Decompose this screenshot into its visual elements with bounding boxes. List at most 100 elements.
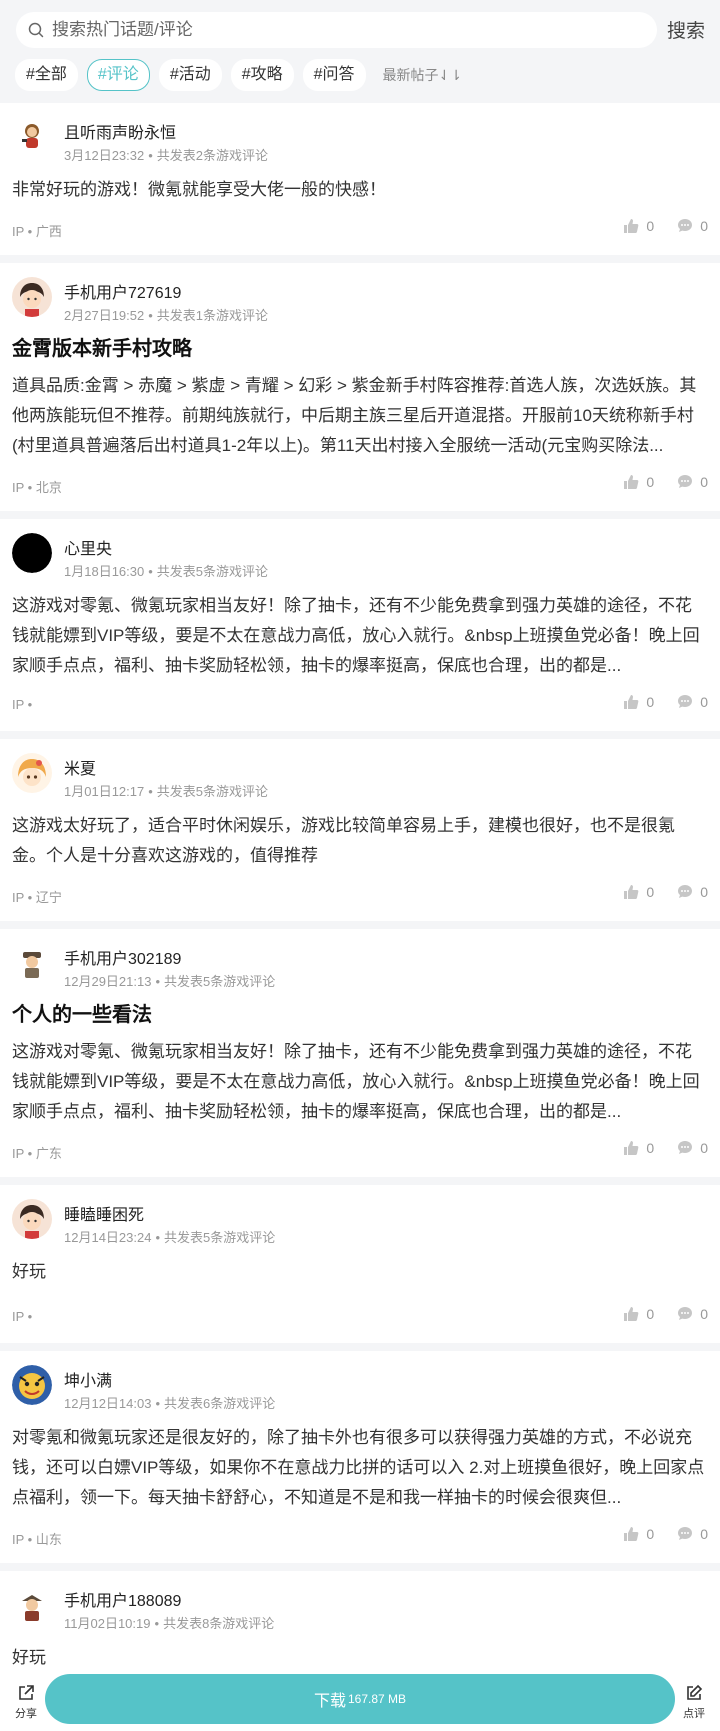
post-meta: 3月12日23:32 • 共发表2条游戏评论 [64, 148, 269, 163]
username[interactable]: 米夏 [64, 755, 96, 779]
ip-location: IP • 广东 [12, 1146, 62, 1161]
ip-location: IP • 山东 [12, 1532, 62, 1547]
avatar[interactable] [12, 533, 52, 573]
username[interactable]: 且听雨声盼永恒 [64, 119, 176, 143]
search-input[interactable] [50, 19, 614, 41]
topic-tabs: #全部 #评论 #活动 #攻略 #问答 最新帖子⇃⇂ [15, 59, 462, 91]
post-body: 好玩 [12, 1648, 46, 1667]
like-button[interactable]: 0 [622, 1139, 654, 1157]
comment-icon [678, 695, 693, 708]
like-button[interactable]: 0 [622, 883, 654, 901]
sort-latest-button[interactable]: 最新帖子⇃⇂ [383, 65, 462, 85]
post-card[interactable]: 手机用户302189 12月29日21:13 • 共发表5条游戏评论 个人的一些看法… [0, 929, 720, 1177]
tab-events[interactable]: #活动 [158, 59, 222, 91]
avatar[interactable] [12, 1365, 52, 1405]
tab-all[interactable]: #全部 [15, 59, 78, 91]
comment-button[interactable]: 0 [676, 473, 708, 491]
download-button[interactable]: 下载 167.87 MB [45, 1674, 675, 1724]
post-card[interactable]: 且听雨声盼永恒 3月12日23:32 • 共发表2条游戏评论 非常好玩的游戏！微氪就… [0, 103, 720, 255]
post-meta: 12月12日14:03 • 共发表6条游戏评论 [64, 1396, 276, 1411]
ip-location: IP • [12, 697, 33, 712]
comment-button[interactable]: 0 [676, 1305, 708, 1323]
post-count: 共发表6条游戏评论 [164, 1396, 276, 1411]
thumb-up-icon [624, 1527, 639, 1541]
like-button[interactable]: 0 [622, 1305, 654, 1323]
review-button[interactable]: 点评 [676, 1683, 712, 1721]
post-meta: 12月14日23:24 • 共发表5条游戏评论 [64, 1230, 276, 1245]
username[interactable]: 睡瞌睡困死 [64, 1201, 144, 1225]
post-card[interactable]: 心里央 1月18日16:30 • 共发表5条游戏评论 这游戏对零氪、微氪玩家相当友好… [0, 519, 720, 731]
avatar[interactable] [12, 943, 52, 983]
like-count: 0 [646, 1140, 655, 1156]
post-body: 这游戏太好玩了，适合平时休闲娱乐，游戏比较简单容易上手，建模也很好，也不是很氪金… [12, 816, 675, 865]
comment-count: 0 [700, 218, 708, 234]
username[interactable]: 坤小满 [64, 1367, 112, 1391]
like-button[interactable]: 0 [622, 693, 654, 711]
post-meta: 2月27日19:52 • 共发表1条游戏评论 [64, 308, 269, 323]
avatar[interactable] [12, 1199, 52, 1239]
avatar[interactable] [12, 277, 52, 317]
username[interactable]: 手机用户302189 [64, 945, 181, 969]
post-count: 共发表8条游戏评论 [163, 1616, 275, 1631]
share-label: 分享 [15, 1708, 37, 1720]
post-meta: 11月02日10:19 • 共发表8条游戏评论 [64, 1616, 275, 1631]
like-count: 0 [646, 1306, 655, 1322]
post-count: 共发表1条游戏评论 [156, 308, 269, 323]
username[interactable]: 手机用户188089 [64, 1587, 181, 1611]
post-date: 12月12日14:03 [64, 1396, 152, 1411]
username[interactable]: 手机用户727619 [64, 279, 181, 303]
tab-qa[interactable]: #问答 [302, 59, 366, 91]
post-date: 3月12日23:32 [64, 148, 145, 163]
post-meta: 1月18日16:30 • 共发表5条游戏评论 [64, 564, 269, 579]
username[interactable]: 心里央 [64, 535, 112, 559]
like-button[interactable]: 0 [622, 217, 654, 235]
like-count: 0 [646, 218, 655, 234]
post-meta: 1月01日12:17 • 共发表5条游戏评论 [64, 784, 269, 799]
post-body: 非常好玩的游戏！微氪就能享受大佬一般的快感！ [12, 180, 386, 199]
avatar[interactable] [12, 117, 52, 157]
like-count: 0 [646, 884, 655, 900]
comment-button[interactable]: 0 [676, 1139, 708, 1157]
avatar[interactable] [12, 1585, 52, 1625]
comment-button[interactable]: 0 [676, 1525, 708, 1543]
share-icon [19, 1685, 34, 1700]
header: 搜索 #全部 #评论 #活动 #攻略 #问答 最新帖子⇃⇂ [0, 0, 720, 103]
post-date: 1月18日16:30 [64, 564, 145, 579]
post-card[interactable]: 手机用户727619 2月27日19:52 • 共发表1条游戏评论 金霄版本新手村攻… [0, 263, 720, 511]
share-button[interactable]: 分享 [8, 1683, 44, 1721]
post-date: 2月27日19:52 [64, 308, 145, 323]
comment-count: 0 [700, 884, 708, 900]
comment-icon [678, 885, 693, 898]
thumb-up-icon [624, 475, 639, 489]
post-date: 1月01日12:17 [64, 784, 145, 799]
post-body: 这游戏对零氪、微氪玩家相当友好！除了抽卡，还有不少能免费拿到强力英雄的途径，不花… [12, 1042, 700, 1121]
avatar[interactable] [12, 753, 52, 793]
search-button[interactable]: 搜索 [667, 16, 705, 43]
post-count: 共发表5条游戏评论 [156, 564, 269, 579]
comment-button[interactable]: 0 [676, 883, 708, 901]
edit-icon [687, 1684, 703, 1700]
like-count: 0 [646, 1526, 655, 1542]
download-size: 167.87 MB [347, 1692, 407, 1706]
post-card[interactable]: 米夏 1月01日12:17 • 共发表5条游戏评论 这游戏太好玩了，适合平时休闲娱乐… [0, 739, 720, 921]
comment-icon [678, 1307, 693, 1320]
comment-button[interactable]: 0 [676, 217, 708, 235]
like-button[interactable]: 0 [622, 1525, 654, 1543]
comment-button[interactable]: 0 [676, 693, 708, 711]
comment-count: 0 [700, 1306, 708, 1322]
post-body: 好玩 [12, 1262, 46, 1281]
tab-guides[interactable]: #攻略 [230, 59, 294, 91]
comment-count: 0 [700, 1140, 708, 1156]
post-card[interactable]: 坤小满 12月12日14:03 • 共发表6条游戏评论 对零氪和微氪玩家还是很友好的… [0, 1351, 720, 1563]
like-button[interactable]: 0 [622, 473, 654, 491]
comment-count: 0 [700, 1526, 708, 1542]
post-title: 个人的一些看法 [12, 1004, 152, 1026]
search-icon [28, 22, 44, 38]
tab-reviews[interactable]: #评论 [86, 59, 150, 91]
ip-location: IP • [12, 1309, 33, 1324]
post-card[interactable]: 睡瞌睡困死 12月14日23:24 • 共发表5条游戏评论 好玩 IP • 0 0 [0, 1185, 720, 1343]
comment-icon [678, 1527, 693, 1540]
search-bar[interactable] [16, 12, 657, 48]
comment-icon [678, 219, 693, 232]
download-label: 下载 [313, 1693, 346, 1710]
